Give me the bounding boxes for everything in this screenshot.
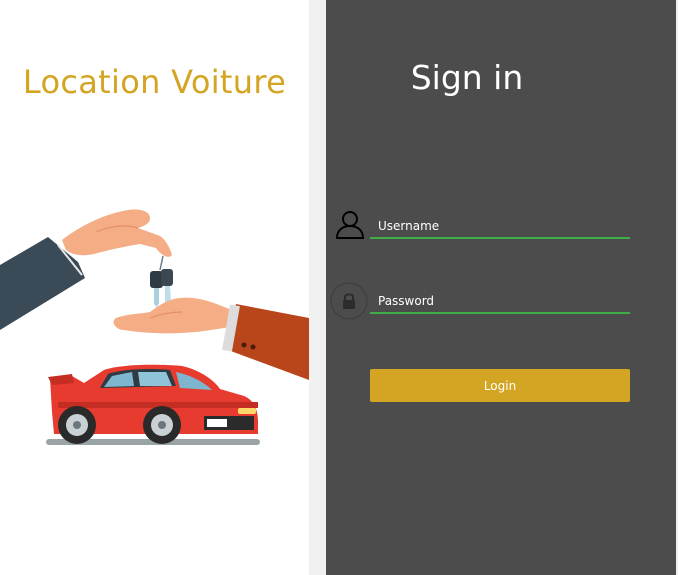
car-keys [150, 255, 173, 307]
giving-hand [0, 209, 172, 330]
signin-title: Sign in [410, 58, 524, 97]
password-input[interactable] [370, 290, 630, 312]
app-title: Location Voiture [22, 63, 287, 101]
login-button[interactable]: Login [370, 369, 630, 402]
red-car [46, 364, 260, 445]
username-field[interactable] [370, 215, 630, 239]
user-icon [335, 211, 365, 239]
password-field[interactable] [370, 290, 630, 314]
lock-icon [330, 282, 368, 320]
car-keys-handover-illustration [0, 209, 309, 445]
panel-divider [309, 0, 326, 575]
username-input[interactable] [370, 215, 630, 237]
